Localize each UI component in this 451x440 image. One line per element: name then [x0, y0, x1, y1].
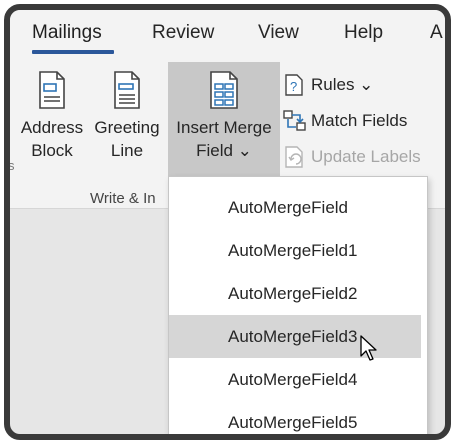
ribbon-tab-bar: Mailings Review View Help A — [10, 10, 445, 62]
tab-more[interactable]: A — [430, 22, 443, 44]
side-stub-text: s — [8, 158, 15, 173]
insert-merge-field-label-2: Field ⌄ — [196, 141, 252, 160]
tab-help[interactable]: Help — [344, 22, 383, 44]
greeting-line-label-2: Line — [110, 141, 144, 160]
rules-button[interactable]: ? Rules ⌄ — [283, 72, 373, 98]
merge-field-option[interactable]: AutoMergeField1 — [169, 229, 421, 272]
address-block-button[interactable]: Address Block — [18, 70, 86, 162]
merge-field-option[interactable]: AutoMergeField5 — [169, 401, 421, 434]
merge-field-option[interactable]: AutoMergeField2 — [169, 272, 421, 315]
screenshot-frame: Mailings Review View Help A s Address Bl… — [4, 4, 451, 440]
match-fields-label: Match Fields — [311, 111, 408, 130]
merge-field-option[interactable]: AutoMergeField4 — [169, 358, 421, 401]
update-labels-label: Update Labels — [311, 147, 421, 166]
insert-merge-field-dropdown: AutoMergeField AutoMergeField1 AutoMerge… — [168, 176, 428, 434]
document-fields-icon — [210, 71, 238, 109]
tab-review[interactable]: Review — [152, 22, 214, 44]
rules-label: Rules ⌄ — [311, 75, 374, 94]
document-address-icon — [39, 71, 65, 109]
merge-field-option-hovered[interactable]: AutoMergeField3 — [169, 315, 421, 358]
active-tab-indicator — [32, 50, 114, 54]
address-block-label-1: Address — [20, 118, 84, 137]
mouse-cursor-icon — [360, 335, 377, 361]
insert-merge-field-button[interactable]: Insert Merge Field ⌄ — [168, 70, 280, 162]
greeting-line-button[interactable]: Greeting Line — [90, 70, 164, 162]
tab-mailings[interactable]: Mailings — [32, 22, 102, 44]
tab-view[interactable]: View — [258, 22, 299, 44]
group-label-write-insert: Write & In — [90, 190, 156, 207]
insert-merge-field-label-1: Insert Merge — [176, 118, 272, 137]
rules-icon: ? — [285, 74, 303, 96]
merge-field-option[interactable]: AutoMergeField — [169, 186, 421, 229]
svg-text:?: ? — [290, 79, 297, 94]
document-greeting-icon — [114, 71, 140, 109]
match-fields-icon — [283, 110, 306, 131]
greeting-line-label-1: Greeting — [94, 118, 160, 137]
update-labels-button[interactable]: Update Labels — [283, 144, 421, 170]
update-labels-icon — [285, 146, 303, 168]
address-block-label-2: Block — [31, 141, 73, 160]
match-fields-button[interactable]: Match Fields — [283, 108, 407, 134]
